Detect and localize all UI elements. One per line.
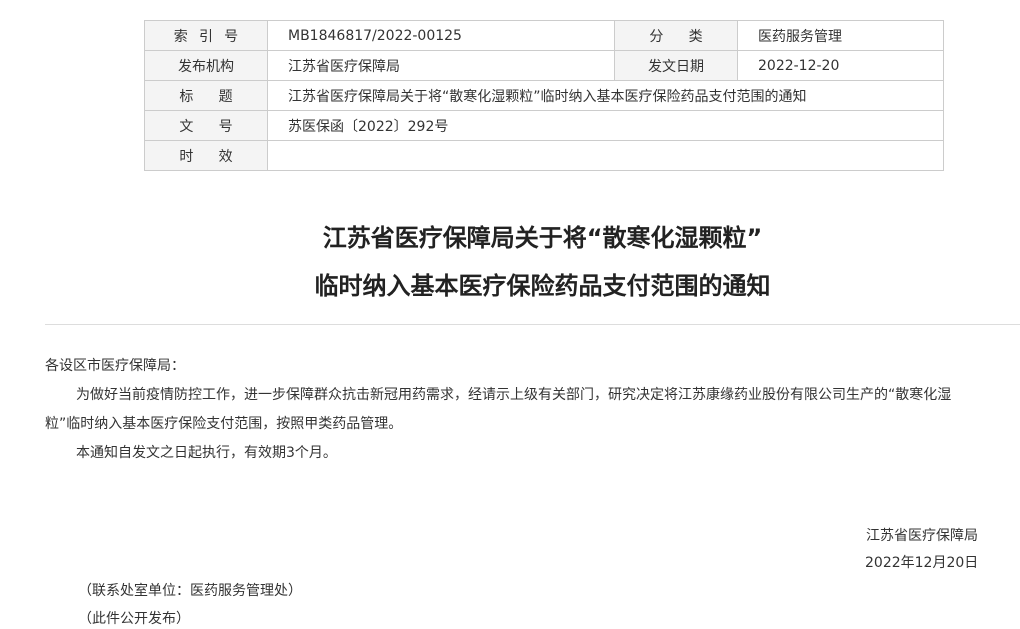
issuer-label: 发布机构: [144, 50, 268, 81]
index-label: 索引号: [173, 28, 250, 45]
page: 索引号 MB1846817/2022-00125 分类 医药服务管理 发布机构 …: [0, 0, 1020, 629]
date-value: 2022-12-20: [737, 50, 944, 81]
index-label-cell: 索引号: [144, 20, 268, 51]
paragraph-1-line-2: 粒”临时纳入基本医疗保险支付范围，按照甲类药品管理。: [45, 416, 403, 432]
meta-row-title: 标题 江苏省医疗保障局关于将“散寒化湿颗粒”临时纳入基本医疗保险药品支付范围的通…: [144, 80, 944, 111]
public-release-note: （此件公开发布）: [78, 611, 190, 627]
meta-row-issuer: 发布机构 江苏省医疗保障局 发文日期 2022-12-20: [144, 50, 944, 81]
issuer-value: 江苏省医疗保障局: [267, 50, 615, 81]
paragraph-2: 本通知自发文之日起执行，有效期3个月。: [76, 445, 337, 461]
document-metadata-table: 索引号 MB1846817/2022-00125 分类 医药服务管理 发布机构 …: [144, 20, 944, 171]
validity-label-cell: 时效: [144, 140, 268, 171]
category-label: 分类: [649, 28, 728, 45]
meta-row-validity: 时效: [144, 140, 944, 171]
category-label-cell: 分类: [614, 20, 738, 51]
index-value: MB1846817/2022-00125: [267, 20, 615, 51]
validity-label: 时效: [179, 148, 258, 165]
category-value: 医药服务管理: [737, 20, 944, 51]
document-body: 各设区市医疗保障局： 为做好当前疫情防控工作，进一步保障群众抗击新冠用药需求，经…: [45, 352, 1020, 468]
validity-value: [267, 140, 944, 171]
docno-value: 苏医保函〔2022〕292号: [267, 110, 944, 141]
date-label: 发文日期: [614, 50, 738, 81]
docno-label: 文号: [179, 118, 258, 135]
document-title-line-1: 江苏省医疗保障局关于将“散寒化湿颗粒”: [322, 224, 763, 252]
meta-row-docno: 文号 苏医保函〔2022〕292号: [144, 110, 944, 141]
title-divider: [45, 324, 1020, 325]
title-value: 江苏省医疗保障局关于将“散寒化湿颗粒”临时纳入基本医疗保险药品支付范围的通知: [267, 80, 944, 111]
document-title-line-2: 临时纳入基本医疗保险药品支付范围的通知: [314, 272, 771, 300]
title-label-cell: 标题: [144, 80, 268, 111]
contact-note: （联系处室单位：医药服务管理处）: [78, 583, 302, 599]
signature-date: 2022年12月20日: [865, 555, 979, 571]
meta-row-index: 索引号 MB1846817/2022-00125 分类 医药服务管理: [144, 20, 944, 51]
signature-organization: 江苏省医疗保障局: [866, 528, 978, 544]
title-label: 标题: [179, 88, 258, 105]
paragraph-1-line-1: 为做好当前疫情防控工作，进一步保障群众抗击新冠用药需求，经请示上级有关部门，研究…: [76, 387, 952, 403]
docno-label-cell: 文号: [144, 110, 268, 141]
salutation: 各设区市医疗保障局：: [45, 358, 185, 374]
